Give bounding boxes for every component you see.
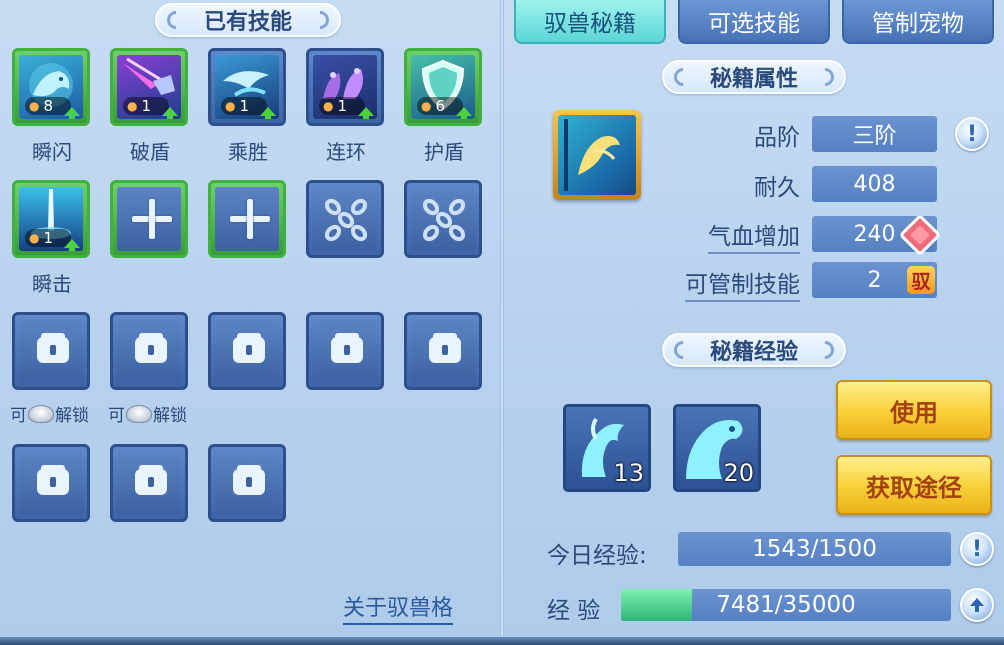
skill-name-label: 破盾 — [130, 140, 170, 164]
manual-exp-title: 秘籍经验 — [662, 333, 846, 367]
panel-divider — [500, 0, 504, 645]
unlock-hint: 可 解锁 — [108, 404, 187, 426]
today-exp-label: 今日经验: — [547, 543, 647, 569]
paw-icon: ● — [421, 99, 432, 113]
padlock-icon — [429, 333, 461, 363]
skill-name-label: 瞬闪 — [32, 140, 72, 164]
add-skill-slot-2[interactable] — [208, 180, 286, 258]
owned-skills-title: 已有技能 — [155, 3, 341, 37]
upgrade-arrow-icon — [64, 107, 80, 119]
exp-upgrade-button[interactable] — [960, 588, 994, 622]
scroll-curl-icon — [812, 64, 838, 90]
paw-icon: ● — [29, 99, 40, 113]
exp-label: 经 验 — [547, 598, 601, 624]
chained-slot-2[interactable] — [404, 180, 482, 258]
padlock-icon — [135, 465, 167, 495]
control-badge-icon: 驭 — [907, 266, 935, 294]
skill-slot-2[interactable]: ● 1 — [110, 48, 188, 126]
upgrade-arrow-icon — [260, 107, 276, 119]
upgrade-arrow-icon — [162, 107, 178, 119]
tab-controlled-pets[interactable]: 管制宠物 — [842, 0, 994, 44]
grade-label: 品阶 — [754, 125, 800, 151]
exp-item-small[interactable]: 13 — [563, 404, 651, 492]
padlock-icon — [37, 465, 69, 495]
locked-slot[interactable] — [12, 444, 90, 522]
paw-icon: ● — [225, 99, 236, 113]
phoenix-emblem-icon — [564, 119, 620, 191]
hp-bonus-label[interactable]: 气血增加 — [640, 217, 800, 254]
scroll-curl-icon — [670, 64, 696, 90]
paw-icon: ● — [127, 99, 138, 113]
paw-icon: ● — [323, 99, 334, 113]
locked-slot[interactable] — [208, 312, 286, 390]
obtain-source-button[interactable]: 获取途径 — [836, 455, 992, 515]
skill-name-label: 护盾 — [424, 140, 464, 164]
locked-slot[interactable] — [208, 444, 286, 522]
locked-slot[interactable] — [306, 312, 384, 390]
skill-name-label: 乘胜 — [228, 140, 268, 164]
unlock-hint: 可 解锁 — [10, 404, 89, 426]
durability-label: 耐久 — [754, 175, 800, 201]
locked-slot[interactable] — [12, 312, 90, 390]
padlock-icon — [331, 333, 363, 363]
grade-info-button[interactable]: ! — [955, 117, 989, 151]
scroll-curl-icon — [670, 337, 696, 363]
upgrade-arrow-icon — [456, 107, 472, 119]
tab-optional-skills[interactable]: 可选技能 — [678, 0, 830, 44]
today-exp-info-button[interactable]: ! — [960, 532, 994, 566]
padlock-icon — [233, 465, 265, 495]
paw-icon: ● — [29, 231, 40, 245]
manual-book-icon[interactable] — [553, 110, 641, 200]
upgrade-arrow-icon — [64, 239, 80, 251]
exp-progress-fill — [621, 589, 692, 621]
tab-beast-manual[interactable]: 驭兽秘籍 — [514, 0, 666, 44]
scroll-curl-icon — [812, 337, 838, 363]
skill-slot-4[interactable]: ● 1 — [306, 48, 384, 126]
chain-lock-icon — [324, 198, 368, 242]
use-button[interactable]: 使用 — [836, 380, 992, 440]
grade-value: 三阶 — [812, 116, 937, 152]
silver-ingot-icon — [126, 404, 152, 423]
upgrade-arrow-icon — [358, 107, 374, 119]
owned-skills-title-text: 已有技能 — [203, 10, 292, 35]
silver-ingot-icon — [28, 404, 54, 423]
locked-slot[interactable] — [404, 312, 482, 390]
arrow-up-icon — [970, 598, 984, 612]
durability-value: 408 — [812, 166, 937, 202]
exp-item-large[interactable]: 20 — [673, 404, 761, 492]
controllable-skills-label[interactable]: 可管制技能 — [640, 265, 800, 302]
bottom-band — [0, 637, 1004, 645]
skill-slot-5[interactable]: ● 6 — [404, 48, 482, 126]
skill-name-label: 连环 — [326, 140, 366, 164]
skill-name-label: 瞬击 — [32, 272, 72, 296]
skill-slot-3[interactable]: ● 1 — [208, 48, 286, 126]
about-beast-slots-link[interactable]: 关于驭兽格 — [343, 590, 454, 625]
chain-lock-icon — [422, 198, 466, 242]
padlock-icon — [135, 333, 167, 363]
add-skill-slot-1[interactable] — [110, 180, 188, 258]
scroll-curl-icon — [163, 7, 189, 33]
locked-slot[interactable] — [110, 444, 188, 522]
exp-progress-bar: 7481/35000 — [621, 589, 951, 621]
skill-slot-1[interactable]: ● 8 — [12, 48, 90, 126]
skill-slot-6[interactable]: ● 1 — [12, 180, 90, 258]
scroll-curl-icon — [307, 7, 333, 33]
padlock-icon — [233, 333, 265, 363]
padlock-icon — [37, 333, 69, 363]
manual-props-title: 秘籍属性 — [662, 60, 846, 94]
locked-slot[interactable] — [110, 312, 188, 390]
today-exp-bar: 1543/1500 — [678, 532, 951, 566]
chained-slot-1[interactable] — [306, 180, 384, 258]
